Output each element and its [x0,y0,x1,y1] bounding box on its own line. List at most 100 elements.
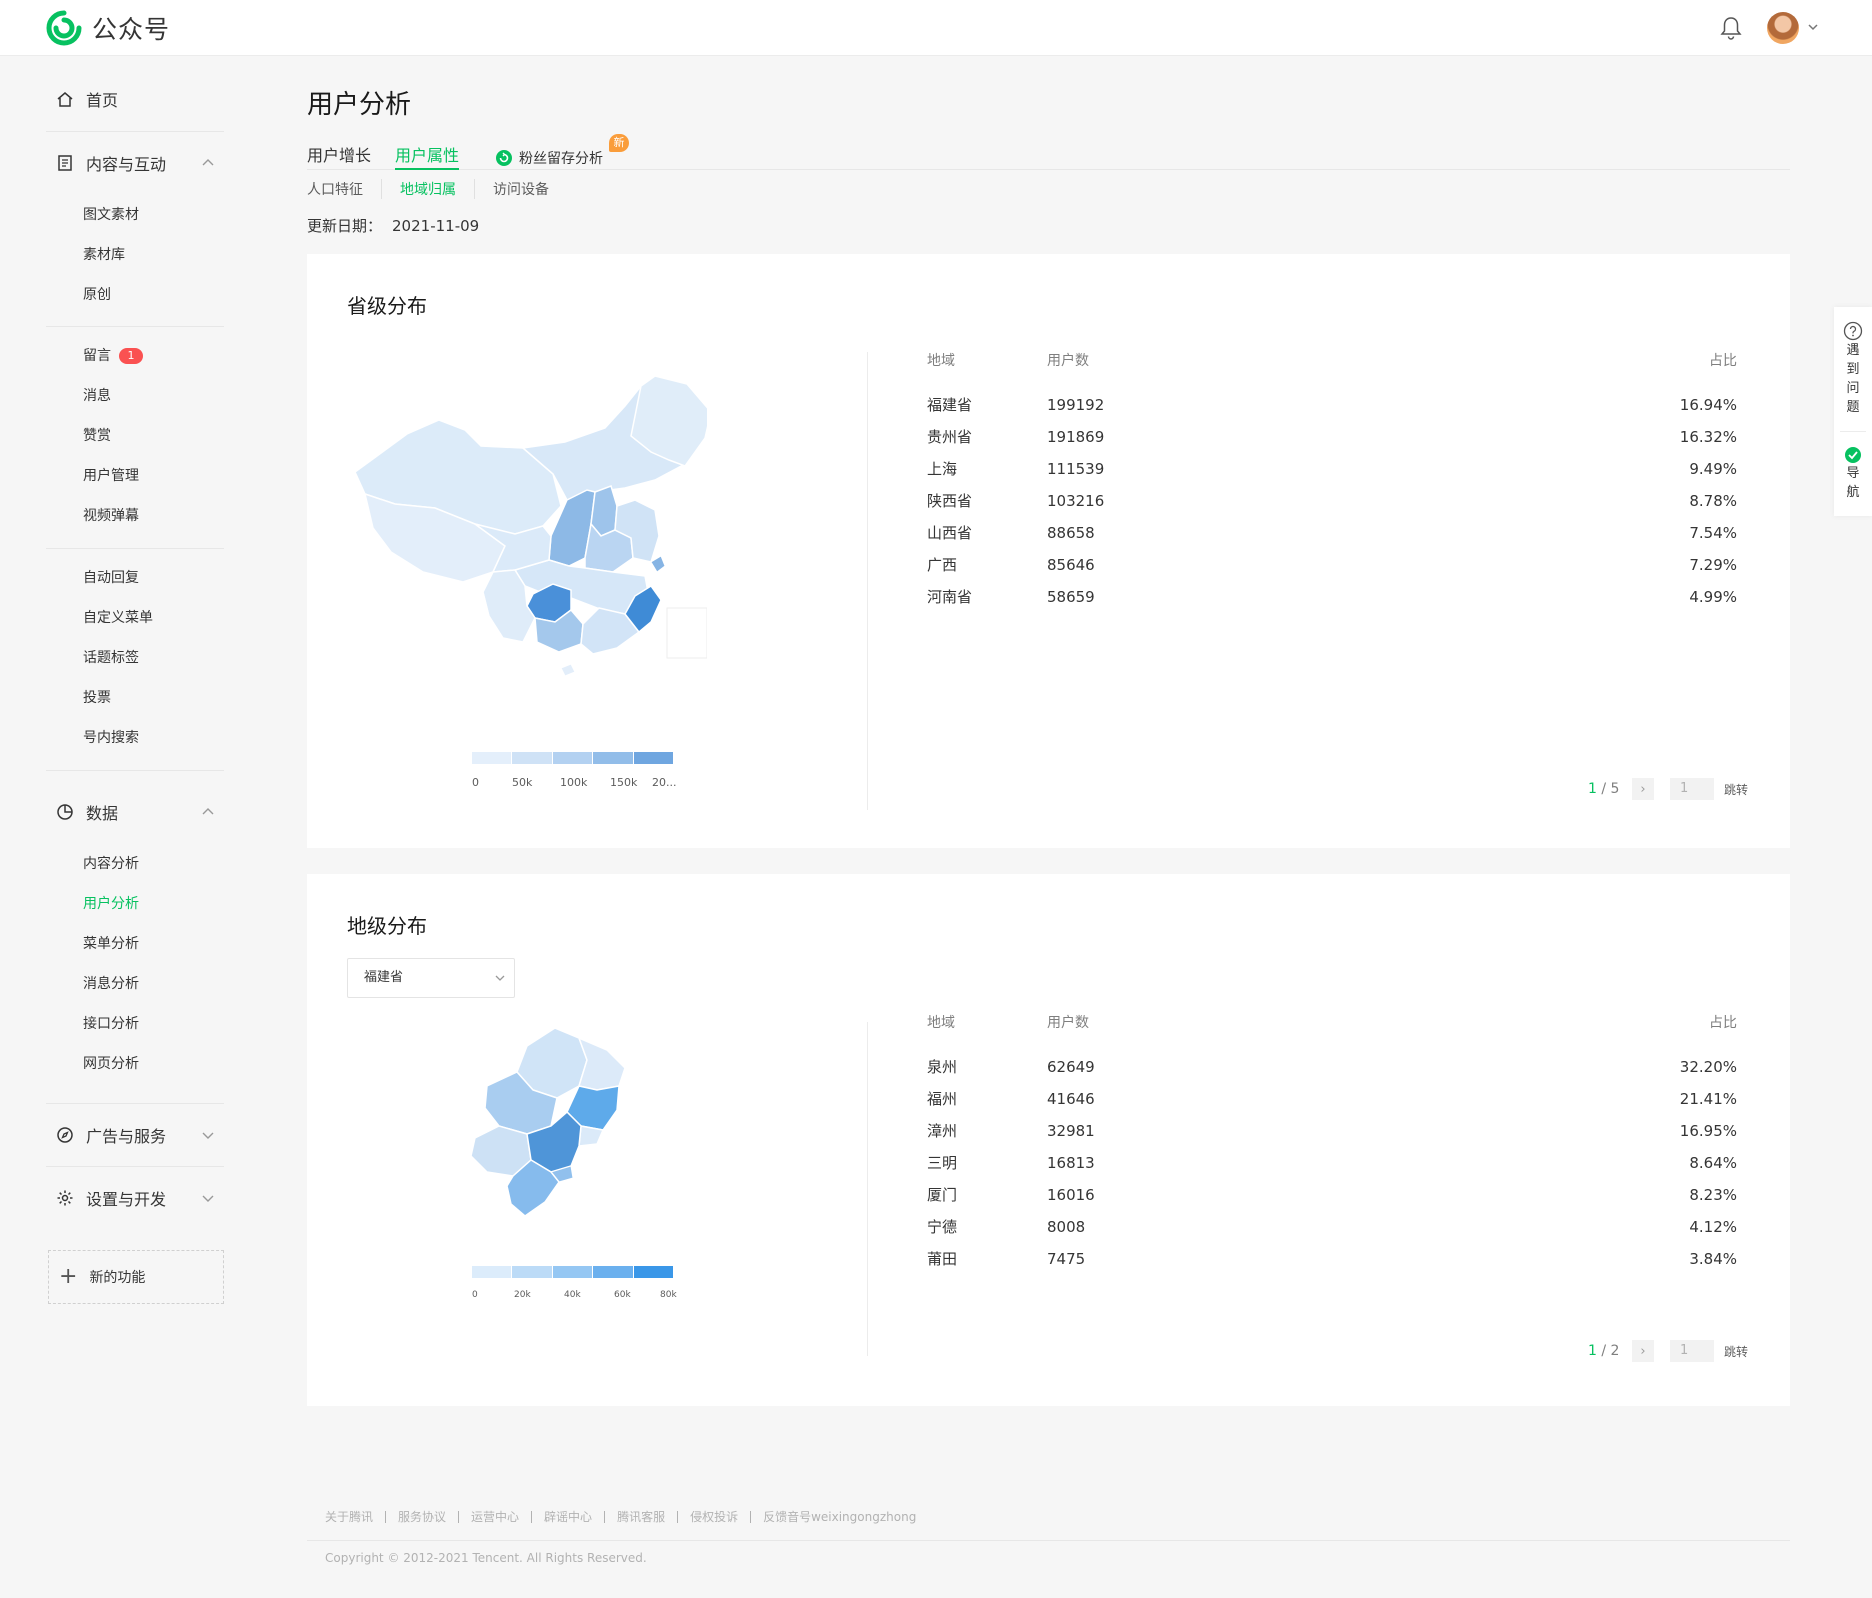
header-users: 用户数 [1047,1015,1089,1031]
sidebar-item-comments[interactable]: 留言 1 [83,345,143,367]
cell-region: 泉州 [927,1058,958,1076]
sidebar-item-users[interactable]: 用户管理 [83,465,139,487]
bell-icon[interactable] [1718,14,1744,42]
sidebar-item-content-analysis[interactable]: 内容分析 [83,853,139,875]
cell-region: 陕西省 [927,492,973,510]
cell-region: 上海 [927,460,958,478]
page-input[interactable]: 1 [1670,1340,1714,1362]
update-date-value: 2021-11-09 [392,217,480,235]
sidebar-item-library[interactable]: 素材库 [83,244,125,266]
subtab-demographics[interactable]: 人口特征 [307,179,381,199]
cell-region: 莆田 [927,1250,958,1268]
help-char: 遇 [1846,343,1860,358]
scale-tick: 40k [564,1290,581,1300]
chevron-up-icon[interactable] [200,804,216,820]
footer-link[interactable]: 反馈音号weixingongzhong [750,1511,928,1523]
divider [46,1166,224,1167]
footer-link[interactable]: 辟谣中心 [531,1511,604,1523]
new-feature-button[interactable]: + 新的功能 [48,1250,224,1304]
page-indicator: 1 / 2 [1588,1343,1622,1359]
map-region-putian[interactable] [578,1125,605,1147]
sidebar-item-messages[interactable]: 消息 [83,385,111,407]
sidebar-item-danmaku[interactable]: 视频弹幕 [83,505,139,527]
help-char: 题 [1846,400,1860,415]
sidebar-item-articles[interactable]: 图文素材 [83,204,139,226]
map-region-shanghai[interactable] [650,555,666,573]
sidebar-item-topic-tags[interactable]: 话题标签 [83,647,139,669]
cell-ratio: 16.94% [1679,396,1737,414]
table-header: 地域 用户数 占比 [927,1012,1737,1034]
sidebar-item-user-analysis[interactable]: 用户分析 [83,893,139,915]
next-page-button[interactable]: › [1632,778,1654,800]
tab-label: 粉丝留存分析 [519,151,603,167]
avatar[interactable] [1767,12,1799,44]
page-input[interactable]: 1 [1670,778,1714,800]
tab-user-attributes[interactable]: 用户属性 [395,142,460,170]
south-sea-inset [666,607,707,659]
chevron-down-icon[interactable] [200,1127,216,1143]
color-scale-bar [472,752,675,764]
footer-link[interactable]: 关于腾讯 [325,1511,385,1523]
guide-char: 导 [1846,466,1860,481]
subtab-device[interactable]: 访问设备 [474,179,567,199]
cell-ratio: 8.64% [1689,1154,1737,1172]
cell-users: 8008 [1047,1218,1086,1236]
update-date: 更新日期： 2021-11-09 [307,215,479,236]
sidebar-item-web-analysis[interactable]: 网页分析 [83,1053,139,1075]
next-page-button[interactable]: › [1632,1340,1654,1362]
sidebar-item-home[interactable]: 首页 [56,84,118,114]
province-select[interactable]: 福建省 [347,958,515,998]
table-row: 漳州 32981 16.95% [927,1120,1737,1142]
page-total: / 5 [1601,781,1620,797]
sidebar-item-custom-menu[interactable]: 自定义菜单 [83,607,153,629]
sidebar-item-api-analysis[interactable]: 接口分析 [83,1013,139,1035]
page-title: 用户分析 [307,90,412,120]
cell-users: 62649 [1047,1058,1095,1076]
footer-link[interactable]: 侵权投诉 [677,1511,750,1523]
cell-ratio: 4.12% [1689,1218,1737,1236]
map-region-hainan[interactable] [560,663,576,676]
cell-region: 福州 [927,1090,958,1108]
sidebar-section-ads[interactable]: 广告与服务 [56,1120,166,1150]
chevron-down-icon[interactable] [1806,20,1820,34]
sidebar-item-reward[interactable]: 赞赏 [83,425,111,447]
sidebar-item-menu-analysis[interactable]: 菜单分析 [83,933,139,955]
sidebar-item-auto-reply[interactable]: 自动回复 [83,567,139,589]
tab-fan-retention[interactable]: 粉丝留存分析 [495,144,603,172]
jump-button[interactable]: 跳转 [1724,1343,1748,1360]
table-row: 河南省 58659 4.99% [927,586,1737,608]
subtab-region[interactable]: 地域归属 [381,179,474,199]
wechat-mp-logo-icon [46,10,82,46]
sidebar-section-content[interactable]: 内容与互动 [56,148,166,178]
scale-tick: 0 [472,1290,478,1300]
cell-users: 16016 [1047,1186,1095,1204]
card-title: 地级分布 [347,914,427,938]
logo[interactable]: 公众号 [46,10,170,46]
chevron-up-icon[interactable] [200,155,216,171]
scale-tick: 20... [652,776,677,789]
cell-users: 58659 [1047,588,1095,606]
sidebar-item-search[interactable]: 号内搜索 [83,727,139,749]
sidebar-item-original[interactable]: 原创 [83,284,111,306]
chevron-down-icon[interactable] [200,1190,216,1206]
sidebar-item-message-analysis[interactable]: 消息分析 [83,973,139,995]
sidebar-section-settings[interactable]: 设置与开发 [56,1183,166,1213]
sidebar-section-data[interactable]: 数据 [56,797,118,827]
pie-chart-icon [57,804,73,820]
footer-link[interactable]: 运营中心 [458,1511,531,1523]
new-feature-label: 新的功能 [89,1270,146,1286]
map-region-ningde[interactable] [577,1036,626,1091]
app-name: 公众号 [92,15,171,44]
footer-link[interactable]: 服务协议 [385,1511,458,1523]
table-row: 厦门 16016 8.23% [927,1184,1737,1206]
table-row: 宁德 8008 4.12% [927,1216,1737,1238]
jump-button[interactable]: 跳转 [1724,781,1748,798]
guide-button[interactable]: 导 航 [1834,432,1872,516]
scale-tick: 20k [514,1290,531,1300]
tab-user-growth[interactable]: 用户增长 [307,142,371,170]
cell-ratio: 7.29% [1689,556,1737,574]
sidebar-item-vote[interactable]: 投票 [83,687,111,709]
footer-link[interactable]: 腾讯客服 [604,1511,677,1523]
divider [46,770,224,771]
help-button[interactable]: 遇 到 问 题 [1834,307,1872,431]
